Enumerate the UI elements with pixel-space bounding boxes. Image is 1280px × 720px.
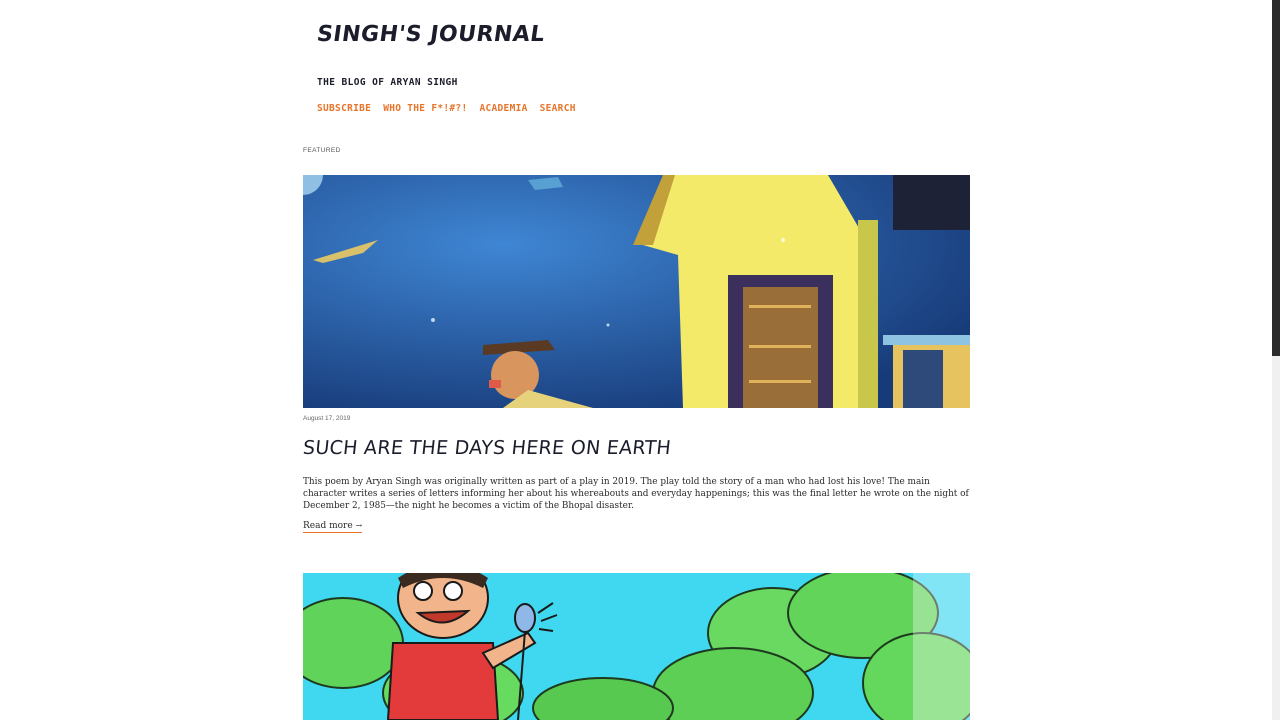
read-more-link[interactable]: Read more → <box>303 521 363 533</box>
arrow-right-icon: → <box>355 521 363 530</box>
cartoon-illustration <box>303 573 970 720</box>
site-title[interactable]: SINGH's JOURNAL <box>315 22 546 47</box>
scrollbar-thumb[interactable] <box>1272 0 1280 356</box>
nav-academia[interactable]: ACADEMIA <box>479 103 527 114</box>
featured-label: FEATURED <box>303 147 341 154</box>
nav-search[interactable]: SEARCH <box>540 103 576 114</box>
read-more-label: Read more <box>303 521 353 531</box>
post-date: August 17, 2019 <box>303 415 351 422</box>
featured-post-image[interactable] <box>303 175 970 408</box>
post-title[interactable]: SUCH ARE THE DAYS HERE ON EARTH <box>302 437 672 459</box>
main-nav: SUBSCRIBE WHO THE F*!#?! ACADEMIA SEARCH <box>317 103 576 114</box>
painting-illustration <box>303 175 970 408</box>
second-post-image[interactable] <box>303 573 970 720</box>
nav-who[interactable]: WHO THE F*!#?! <box>383 103 467 114</box>
post-excerpt: This poem by Aryan Singh was originally … <box>303 477 969 511</box>
nav-subscribe[interactable]: SUBSCRIBE <box>317 103 371 114</box>
site-tagline: THE BLOG OF ARYAN SINGH <box>317 77 458 88</box>
